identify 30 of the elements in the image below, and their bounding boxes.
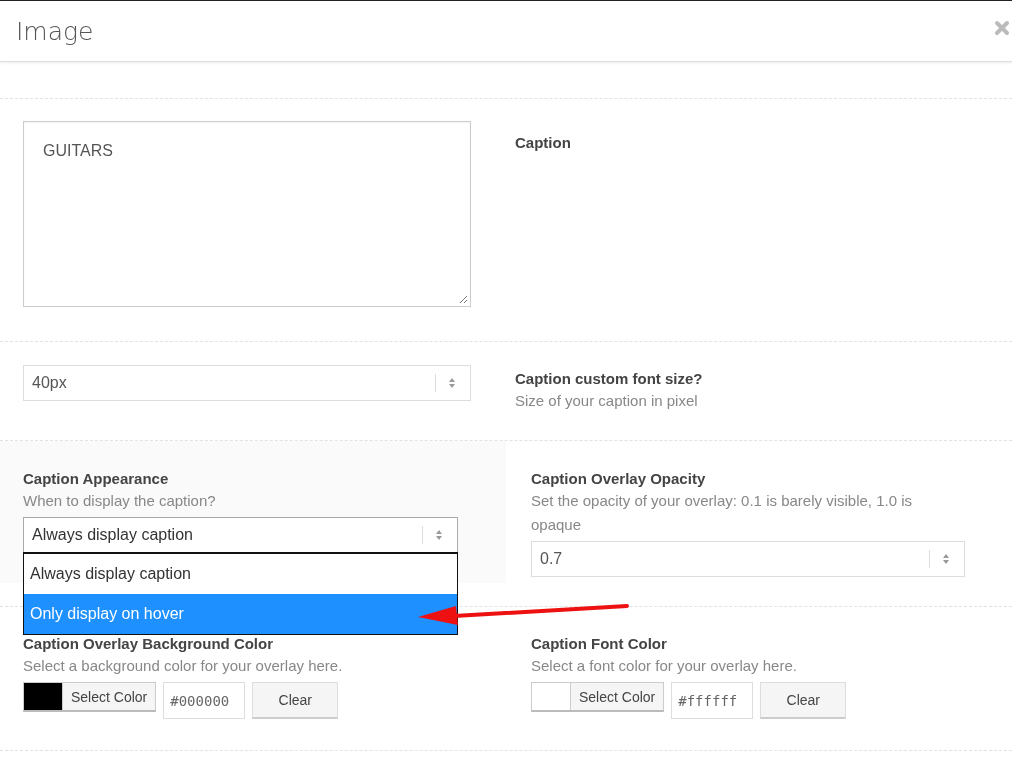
resize-grip-icon[interactable]	[459, 295, 468, 304]
field-label: Caption Font Color	[531, 634, 668, 654]
field-description: Select a background color for your overlay here.	[23, 656, 344, 676]
spinner-icon[interactable]	[448, 377, 456, 389]
select-color-button[interactable]: Select Color	[63, 683, 156, 710]
spinner-icon[interactable]	[942, 553, 950, 565]
field-label: Caption Overlay Opacity	[531, 469, 707, 489]
field-label: Caption Overlay Background Color	[23, 634, 275, 654]
select-color-button[interactable]: Select Color	[571, 683, 664, 710]
field-label: Caption Appearance	[23, 469, 170, 489]
field-description: When to display the caption?	[23, 491, 217, 511]
field-description: Size of your caption in pixel	[515, 391, 699, 411]
field-label: Caption custom font size?	[515, 369, 704, 389]
caption-textarea[interactable]: GUITARS	[23, 121, 471, 307]
field-description: Select a font color for your overlay here.	[531, 656, 798, 676]
field-label: Caption	[515, 133, 572, 153]
hex-input[interactable]: #ffffff	[671, 682, 754, 719]
opacity-input[interactable]: 0.7	[531, 541, 965, 577]
clear-button[interactable]: Clear	[760, 682, 847, 719]
dropdown-option[interactable]: Always display caption	[24, 554, 457, 594]
spinner-icon[interactable]	[435, 529, 443, 541]
dialog-title: Image	[16, 16, 94, 46]
color-swatch[interactable]	[24, 683, 63, 710]
textarea-value: GUITARS	[43, 142, 113, 159]
field-description: Set the opacity of your overlay: 0.1 is barely visible, 1.0 is opaque	[531, 491, 914, 535]
appearance-select[interactable]: Always display caption	[23, 517, 458, 553]
clear-button[interactable]: Clear	[252, 682, 339, 719]
hex-input[interactable]: #000000	[163, 682, 246, 719]
close-icon[interactable]	[994, 20, 1010, 36]
font-size-input[interactable]: 40px	[23, 365, 471, 401]
